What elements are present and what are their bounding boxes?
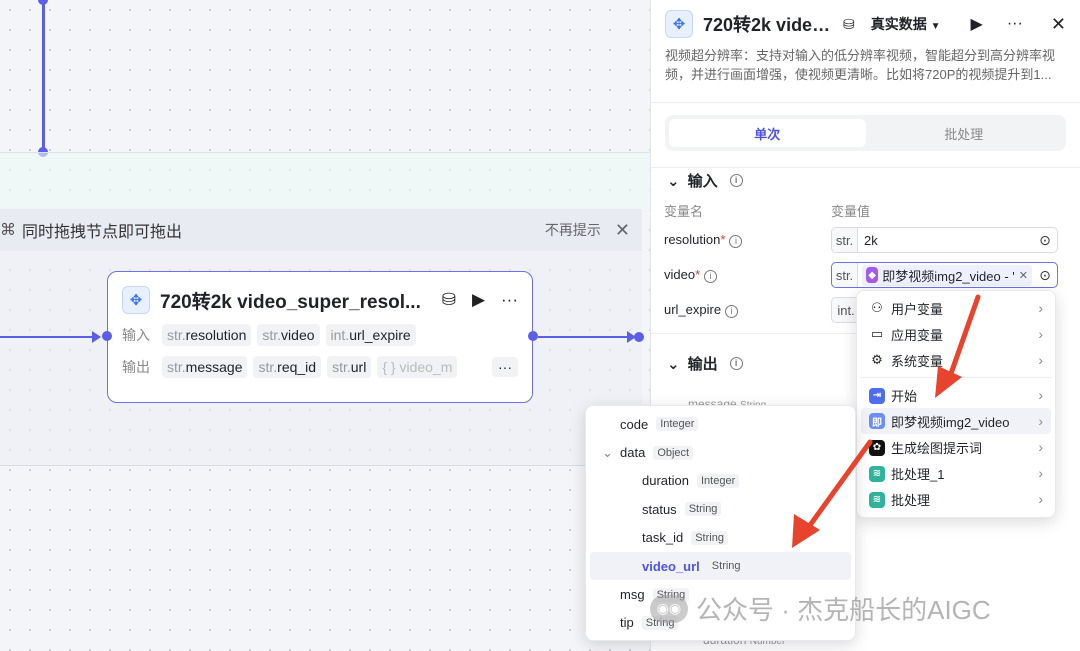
watermark: ◉◉ 公众号 · 杰克船长的AIGC [650,590,991,627]
annotation-arrows [792,294,981,548]
annotation-arrow-line [945,294,981,385]
annotation-arrow-line [805,439,873,531]
wechat-icon: ◉◉ [650,594,688,623]
annotation-arrowhead [935,366,962,398]
